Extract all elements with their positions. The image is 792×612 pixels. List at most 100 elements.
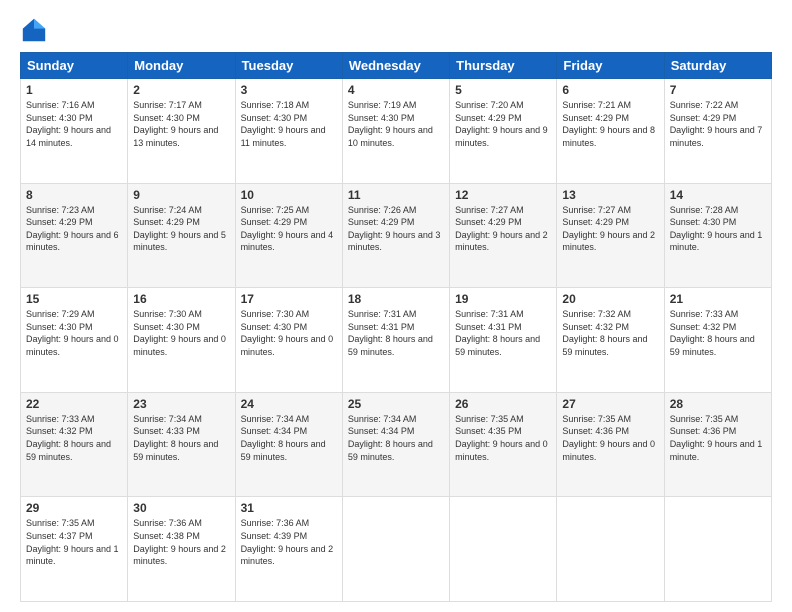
day-number: 18: [348, 292, 444, 306]
calendar-cell: 17 Sunrise: 7:30 AMSunset: 4:30 PMDaylig…: [235, 288, 342, 393]
calendar-cell: [557, 497, 664, 602]
calendar-week-row: 15 Sunrise: 7:29 AMSunset: 4:30 PMDaylig…: [21, 288, 772, 393]
calendar-cell: 6 Sunrise: 7:21 AMSunset: 4:29 PMDayligh…: [557, 79, 664, 184]
day-number: 21: [670, 292, 766, 306]
calendar-cell: [342, 497, 449, 602]
day-number: 16: [133, 292, 229, 306]
header: [20, 16, 772, 44]
day-info: Sunrise: 7:30 AMSunset: 4:30 PMDaylight:…: [133, 309, 226, 357]
calendar-header-saturday: Saturday: [664, 53, 771, 79]
day-number: 2: [133, 83, 229, 97]
calendar-cell: 4 Sunrise: 7:19 AMSunset: 4:30 PMDayligh…: [342, 79, 449, 184]
calendar-cell: 1 Sunrise: 7:16 AMSunset: 4:30 PMDayligh…: [21, 79, 128, 184]
day-info: Sunrise: 7:18 AMSunset: 4:30 PMDaylight:…: [241, 100, 326, 148]
day-info: Sunrise: 7:23 AMSunset: 4:29 PMDaylight:…: [26, 205, 119, 253]
calendar-cell: 9 Sunrise: 7:24 AMSunset: 4:29 PMDayligh…: [128, 183, 235, 288]
calendar-cell: 30 Sunrise: 7:36 AMSunset: 4:38 PMDaylig…: [128, 497, 235, 602]
calendar-cell: 11 Sunrise: 7:26 AMSunset: 4:29 PMDaylig…: [342, 183, 449, 288]
calendar-cell: 16 Sunrise: 7:30 AMSunset: 4:30 PMDaylig…: [128, 288, 235, 393]
day-info: Sunrise: 7:35 AMSunset: 4:36 PMDaylight:…: [670, 414, 763, 462]
day-number: 5: [455, 83, 551, 97]
day-info: Sunrise: 7:17 AMSunset: 4:30 PMDaylight:…: [133, 100, 218, 148]
day-info: Sunrise: 7:34 AMSunset: 4:34 PMDaylight:…: [241, 414, 326, 462]
day-info: Sunrise: 7:35 AMSunset: 4:37 PMDaylight:…: [26, 518, 119, 566]
calendar-cell: 19 Sunrise: 7:31 AMSunset: 4:31 PMDaylig…: [450, 288, 557, 393]
day-number: 28: [670, 397, 766, 411]
calendar-cell: 2 Sunrise: 7:17 AMSunset: 4:30 PMDayligh…: [128, 79, 235, 184]
day-number: 10: [241, 188, 337, 202]
day-number: 30: [133, 501, 229, 515]
day-info: Sunrise: 7:28 AMSunset: 4:30 PMDaylight:…: [670, 205, 763, 253]
day-info: Sunrise: 7:30 AMSunset: 4:30 PMDaylight:…: [241, 309, 334, 357]
day-info: Sunrise: 7:21 AMSunset: 4:29 PMDaylight:…: [562, 100, 655, 148]
day-number: 14: [670, 188, 766, 202]
calendar-header-monday: Monday: [128, 53, 235, 79]
calendar-cell: [664, 497, 771, 602]
day-info: Sunrise: 7:20 AMSunset: 4:29 PMDaylight:…: [455, 100, 548, 148]
calendar-cell: 28 Sunrise: 7:35 AMSunset: 4:36 PMDaylig…: [664, 392, 771, 497]
calendar-header-sunday: Sunday: [21, 53, 128, 79]
calendar-cell: 24 Sunrise: 7:34 AMSunset: 4:34 PMDaylig…: [235, 392, 342, 497]
logo: [20, 16, 52, 44]
calendar-cell: 7 Sunrise: 7:22 AMSunset: 4:29 PMDayligh…: [664, 79, 771, 184]
day-number: 19: [455, 292, 551, 306]
day-number: 4: [348, 83, 444, 97]
calendar-cell: 10 Sunrise: 7:25 AMSunset: 4:29 PMDaylig…: [235, 183, 342, 288]
calendar-week-row: 8 Sunrise: 7:23 AMSunset: 4:29 PMDayligh…: [21, 183, 772, 288]
calendar-header-thursday: Thursday: [450, 53, 557, 79]
calendar-week-row: 29 Sunrise: 7:35 AMSunset: 4:37 PMDaylig…: [21, 497, 772, 602]
day-number: 15: [26, 292, 122, 306]
day-info: Sunrise: 7:34 AMSunset: 4:33 PMDaylight:…: [133, 414, 218, 462]
calendar-cell: 21 Sunrise: 7:33 AMSunset: 4:32 PMDaylig…: [664, 288, 771, 393]
calendar-cell: 29 Sunrise: 7:35 AMSunset: 4:37 PMDaylig…: [21, 497, 128, 602]
day-number: 9: [133, 188, 229, 202]
day-number: 1: [26, 83, 122, 97]
day-info: Sunrise: 7:35 AMSunset: 4:36 PMDaylight:…: [562, 414, 655, 462]
day-number: 26: [455, 397, 551, 411]
calendar-cell: 13 Sunrise: 7:27 AMSunset: 4:29 PMDaylig…: [557, 183, 664, 288]
calendar-cell: 20 Sunrise: 7:32 AMSunset: 4:32 PMDaylig…: [557, 288, 664, 393]
day-number: 23: [133, 397, 229, 411]
day-info: Sunrise: 7:16 AMSunset: 4:30 PMDaylight:…: [26, 100, 111, 148]
day-info: Sunrise: 7:29 AMSunset: 4:30 PMDaylight:…: [26, 309, 119, 357]
calendar-header-wednesday: Wednesday: [342, 53, 449, 79]
calendar-cell: 26 Sunrise: 7:35 AMSunset: 4:35 PMDaylig…: [450, 392, 557, 497]
calendar-cell: 15 Sunrise: 7:29 AMSunset: 4:30 PMDaylig…: [21, 288, 128, 393]
day-info: Sunrise: 7:27 AMSunset: 4:29 PMDaylight:…: [562, 205, 655, 253]
day-number: 27: [562, 397, 658, 411]
calendar-header-row: SundayMondayTuesdayWednesdayThursdayFrid…: [21, 53, 772, 79]
day-info: Sunrise: 7:33 AMSunset: 4:32 PMDaylight:…: [26, 414, 111, 462]
day-number: 25: [348, 397, 444, 411]
calendar-cell: 22 Sunrise: 7:33 AMSunset: 4:32 PMDaylig…: [21, 392, 128, 497]
calendar-cell: 12 Sunrise: 7:27 AMSunset: 4:29 PMDaylig…: [450, 183, 557, 288]
day-info: Sunrise: 7:35 AMSunset: 4:35 PMDaylight:…: [455, 414, 548, 462]
day-info: Sunrise: 7:31 AMSunset: 4:31 PMDaylight:…: [455, 309, 540, 357]
day-info: Sunrise: 7:32 AMSunset: 4:32 PMDaylight:…: [562, 309, 647, 357]
day-info: Sunrise: 7:36 AMSunset: 4:39 PMDaylight:…: [241, 518, 334, 566]
day-info: Sunrise: 7:33 AMSunset: 4:32 PMDaylight:…: [670, 309, 755, 357]
day-number: 6: [562, 83, 658, 97]
calendar-cell: 31 Sunrise: 7:36 AMSunset: 4:39 PMDaylig…: [235, 497, 342, 602]
calendar-cell: 23 Sunrise: 7:34 AMSunset: 4:33 PMDaylig…: [128, 392, 235, 497]
day-info: Sunrise: 7:27 AMSunset: 4:29 PMDaylight:…: [455, 205, 548, 253]
calendar-header-tuesday: Tuesday: [235, 53, 342, 79]
calendar-cell: 3 Sunrise: 7:18 AMSunset: 4:30 PMDayligh…: [235, 79, 342, 184]
day-number: 20: [562, 292, 658, 306]
day-number: 8: [26, 188, 122, 202]
calendar-header-friday: Friday: [557, 53, 664, 79]
day-number: 29: [26, 501, 122, 515]
day-info: Sunrise: 7:24 AMSunset: 4:29 PMDaylight:…: [133, 205, 226, 253]
day-info: Sunrise: 7:31 AMSunset: 4:31 PMDaylight:…: [348, 309, 433, 357]
calendar-cell: 18 Sunrise: 7:31 AMSunset: 4:31 PMDaylig…: [342, 288, 449, 393]
logo-icon: [20, 16, 48, 44]
calendar-week-row: 1 Sunrise: 7:16 AMSunset: 4:30 PMDayligh…: [21, 79, 772, 184]
calendar-cell: [450, 497, 557, 602]
calendar-cell: 5 Sunrise: 7:20 AMSunset: 4:29 PMDayligh…: [450, 79, 557, 184]
day-info: Sunrise: 7:34 AMSunset: 4:34 PMDaylight:…: [348, 414, 433, 462]
day-info: Sunrise: 7:25 AMSunset: 4:29 PMDaylight:…: [241, 205, 334, 253]
day-number: 7: [670, 83, 766, 97]
day-info: Sunrise: 7:26 AMSunset: 4:29 PMDaylight:…: [348, 205, 441, 253]
calendar-cell: 14 Sunrise: 7:28 AMSunset: 4:30 PMDaylig…: [664, 183, 771, 288]
day-number: 17: [241, 292, 337, 306]
calendar-week-row: 22 Sunrise: 7:33 AMSunset: 4:32 PMDaylig…: [21, 392, 772, 497]
